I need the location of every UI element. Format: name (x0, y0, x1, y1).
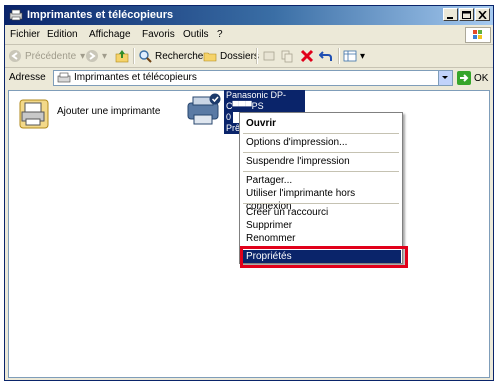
explorer-window: Imprimantes et télécopieurs Fichier Edit… (4, 5, 494, 381)
chevron-down-icon: ▾ (102, 50, 108, 62)
add-printer-label: Ajouter une imprimante (57, 106, 161, 117)
add-printer-item[interactable]: Ajouter une imprimante (19, 99, 161, 135)
printer-folder-icon (9, 9, 23, 21)
standard-toolbar: Précédente ▾ ▾ Rechercher Dossiers ▾ (5, 45, 493, 68)
menu-outils[interactable]: Outils (183, 29, 209, 41)
move-to-icon (263, 51, 275, 61)
printer-folder-icon (57, 72, 71, 83)
views-icon (343, 50, 357, 62)
menu-rename[interactable]: Renommer (241, 232, 401, 245)
windows-logo-icon (465, 27, 491, 43)
menu-share[interactable]: Partager... (241, 174, 401, 187)
menu-pause-printing[interactable]: Suspendre l'impression (241, 155, 401, 168)
printer-name: Panasonic DP-C▀▀▀PS (224, 90, 305, 112)
views-button[interactable]: ▾ (343, 48, 365, 64)
copy-to-icon (281, 50, 293, 63)
title-bar[interactable]: Imprimantes et télécopieurs (5, 6, 493, 25)
close-button[interactable] (475, 8, 490, 21)
menu-print-options[interactable]: Options d'impression... (241, 136, 401, 149)
chevron-down-icon (442, 76, 448, 79)
move-to-button[interactable] (262, 48, 279, 64)
menu-open[interactable]: Ouvrir (241, 117, 401, 130)
context-menu: Ouvrir Options d'impression... Suspendre… (239, 112, 403, 264)
search-button[interactable]: Rechercher (138, 48, 207, 64)
menu-create-shortcut[interactable]: Créer un raccourci (241, 206, 401, 219)
delete-button[interactable] (300, 48, 317, 64)
menu-help[interactable]: ? (217, 29, 223, 41)
address-bar: Adresse Imprimantes et télécopieurs OK (5, 68, 493, 88)
back-label: Précédente (25, 50, 77, 62)
menu-edition[interactable]: Edition (47, 29, 78, 41)
undo-button[interactable] (319, 48, 336, 64)
forward-button[interactable]: ▾ (85, 48, 107, 64)
back-button[interactable]: Précédente ▾ (8, 48, 85, 64)
menu-use-offline[interactable]: Utiliser l'imprimante hors connexion (241, 187, 401, 212)
forward-arrow-icon (86, 50, 98, 62)
menu-favoris[interactable]: Favoris (142, 29, 175, 41)
folders-button[interactable]: Dossiers (203, 48, 259, 64)
copy-to-button[interactable] (280, 48, 297, 64)
minimize-button[interactable] (443, 8, 458, 21)
undo-icon (319, 51, 332, 61)
delete-x-icon (300, 49, 314, 63)
folders-label: Dossiers (220, 50, 259, 62)
menu-delete[interactable]: Supprimer (241, 219, 401, 232)
maximize-button[interactable] (459, 8, 474, 21)
address-field[interactable]: Imprimantes et télécopieurs (53, 70, 453, 86)
back-arrow-icon (9, 50, 21, 62)
add-printer-icon (19, 99, 49, 129)
address-label: Adresse (9, 72, 46, 83)
search-icon (139, 50, 152, 63)
go-button[interactable]: OK (457, 70, 488, 86)
up-folder-icon (115, 50, 129, 63)
menu-affichage[interactable]: Affichage (89, 29, 131, 41)
menu-bar: Fichier Edition Affichage Favoris Outils… (5, 26, 493, 45)
window-title: Imprimantes et télécopieurs (27, 9, 174, 21)
chevron-down-icon: ▾ (360, 50, 366, 62)
properties-callout-box (240, 246, 408, 268)
address-dropdown-button[interactable] (438, 71, 452, 85)
up-folder-button[interactable] (115, 48, 132, 64)
folders-icon (203, 52, 217, 62)
search-label: Rechercher (155, 50, 207, 62)
printer-icon (187, 93, 221, 125)
menu-fichier[interactable]: Fichier (10, 29, 40, 41)
printer-docs: 0 (224, 112, 234, 123)
go-arrow-icon (457, 71, 471, 85)
go-label: OK (474, 72, 489, 84)
address-value: Imprimantes et télécopieurs (74, 72, 197, 83)
